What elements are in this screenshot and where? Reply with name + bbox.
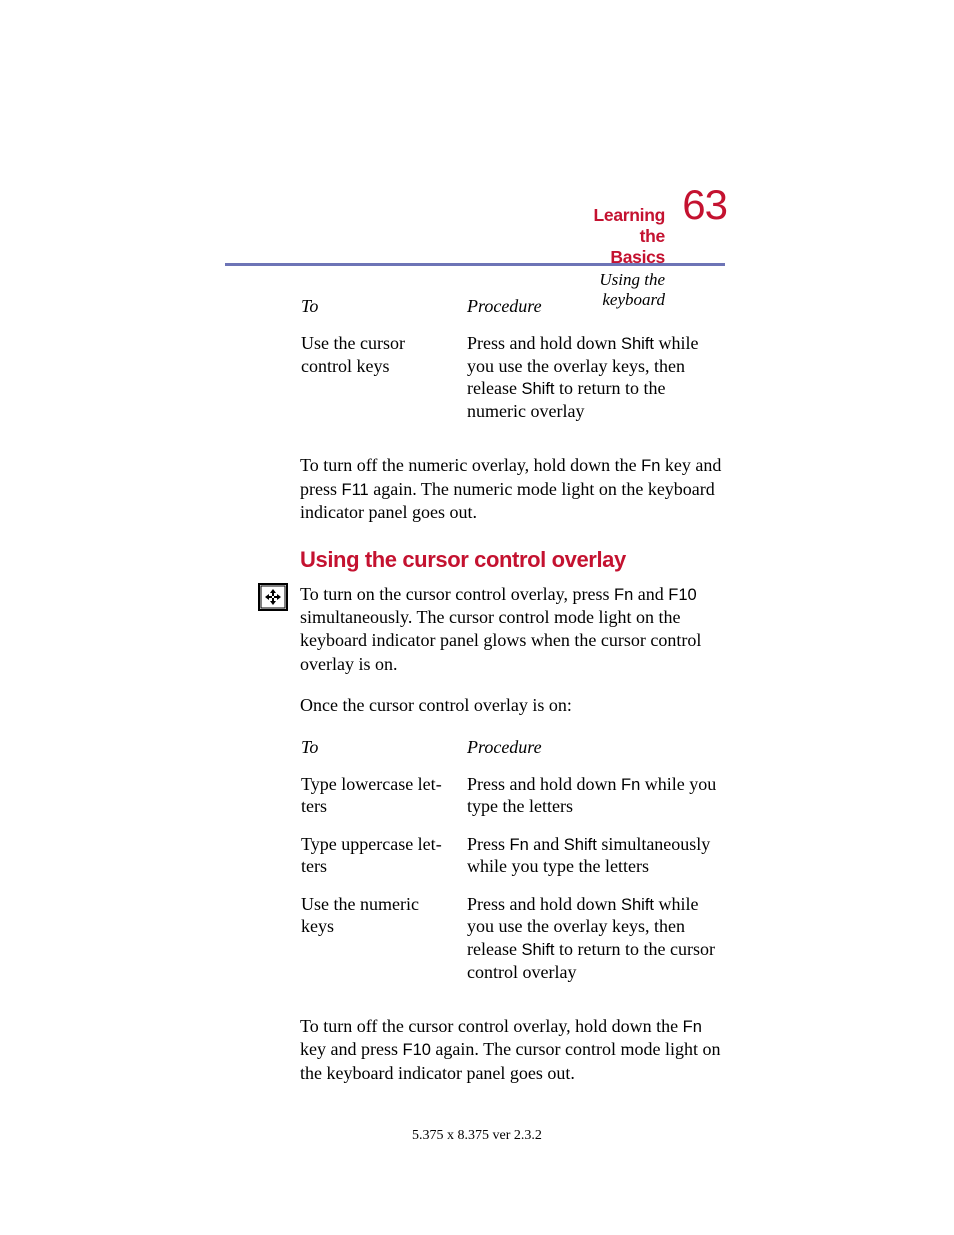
table-cell-procedure: Press and hold down Fn while you type th… xyxy=(466,772,725,832)
table-cell-procedure: Press and hold down Shift while you use … xyxy=(466,331,725,436)
key-shift: Shift xyxy=(564,836,597,854)
table-header-procedure: Procedure xyxy=(466,295,725,331)
table-row: Type lowercase let­ters Press and hold d… xyxy=(300,772,725,832)
page-number: 63 xyxy=(682,181,727,229)
procedure-table-2: To Procedure Type lowercase let­ters Pre… xyxy=(300,736,725,998)
table-row: Use the numeric keys Press and hold down… xyxy=(300,892,725,997)
header-rule xyxy=(225,263,725,266)
body-paragraph: To turn off the numeric overlay, hold do… xyxy=(300,454,725,524)
key-fn: Fn xyxy=(683,1018,702,1036)
table-cell-to: Use the cursor control keys xyxy=(300,331,466,436)
chapter-title: Learning the Basics xyxy=(594,205,666,268)
key-shift: Shift xyxy=(521,941,554,959)
key-fn: Fn xyxy=(621,776,640,794)
key-fn: Fn xyxy=(614,586,633,604)
body-paragraph: To turn off the cursor control overlay, … xyxy=(300,1015,725,1085)
table-header-to: To xyxy=(300,736,466,772)
table-row: Use the cursor control keys Press and ho… xyxy=(300,331,725,436)
table-cell-to: Use the numeric keys xyxy=(300,892,466,997)
table-header-procedure: Procedure xyxy=(466,736,725,772)
key-f10: F10 xyxy=(402,1041,430,1059)
key-f11: F11 xyxy=(342,481,369,499)
section-heading: Using the cursor control overlay xyxy=(300,547,725,573)
body-paragraph: To turn on the cursor control overlay, p… xyxy=(300,583,725,677)
key-f10: F10 xyxy=(668,586,696,604)
key-shift: Shift xyxy=(521,380,554,398)
page-content: To Procedure Use the cursor control keys… xyxy=(300,295,725,1103)
table-cell-procedure: Press and hold down Shift while you use … xyxy=(466,892,725,997)
body-paragraph: Once the cursor control overlay is on: xyxy=(300,694,725,717)
key-shift: Shift xyxy=(621,335,654,353)
table-row: Type uppercase let­ters Press Fn and Shi… xyxy=(300,832,725,892)
key-fn: Fn xyxy=(510,836,529,854)
table-header-to: To xyxy=(300,295,466,331)
key-fn: Fn xyxy=(641,457,660,475)
procedure-table-1: To Procedure Use the cursor control keys… xyxy=(300,295,725,436)
table-cell-procedure: Press Fn and Shift simultaneously while … xyxy=(466,832,725,892)
key-shift: Shift xyxy=(621,896,654,914)
cursor-control-icon xyxy=(258,583,288,611)
page-footer: 5.375 x 8.375 ver 2.3.2 xyxy=(0,1128,954,1144)
table-cell-to: Type uppercase let­ters xyxy=(300,832,466,892)
table-cell-to: Type lowercase let­ters xyxy=(300,772,466,832)
